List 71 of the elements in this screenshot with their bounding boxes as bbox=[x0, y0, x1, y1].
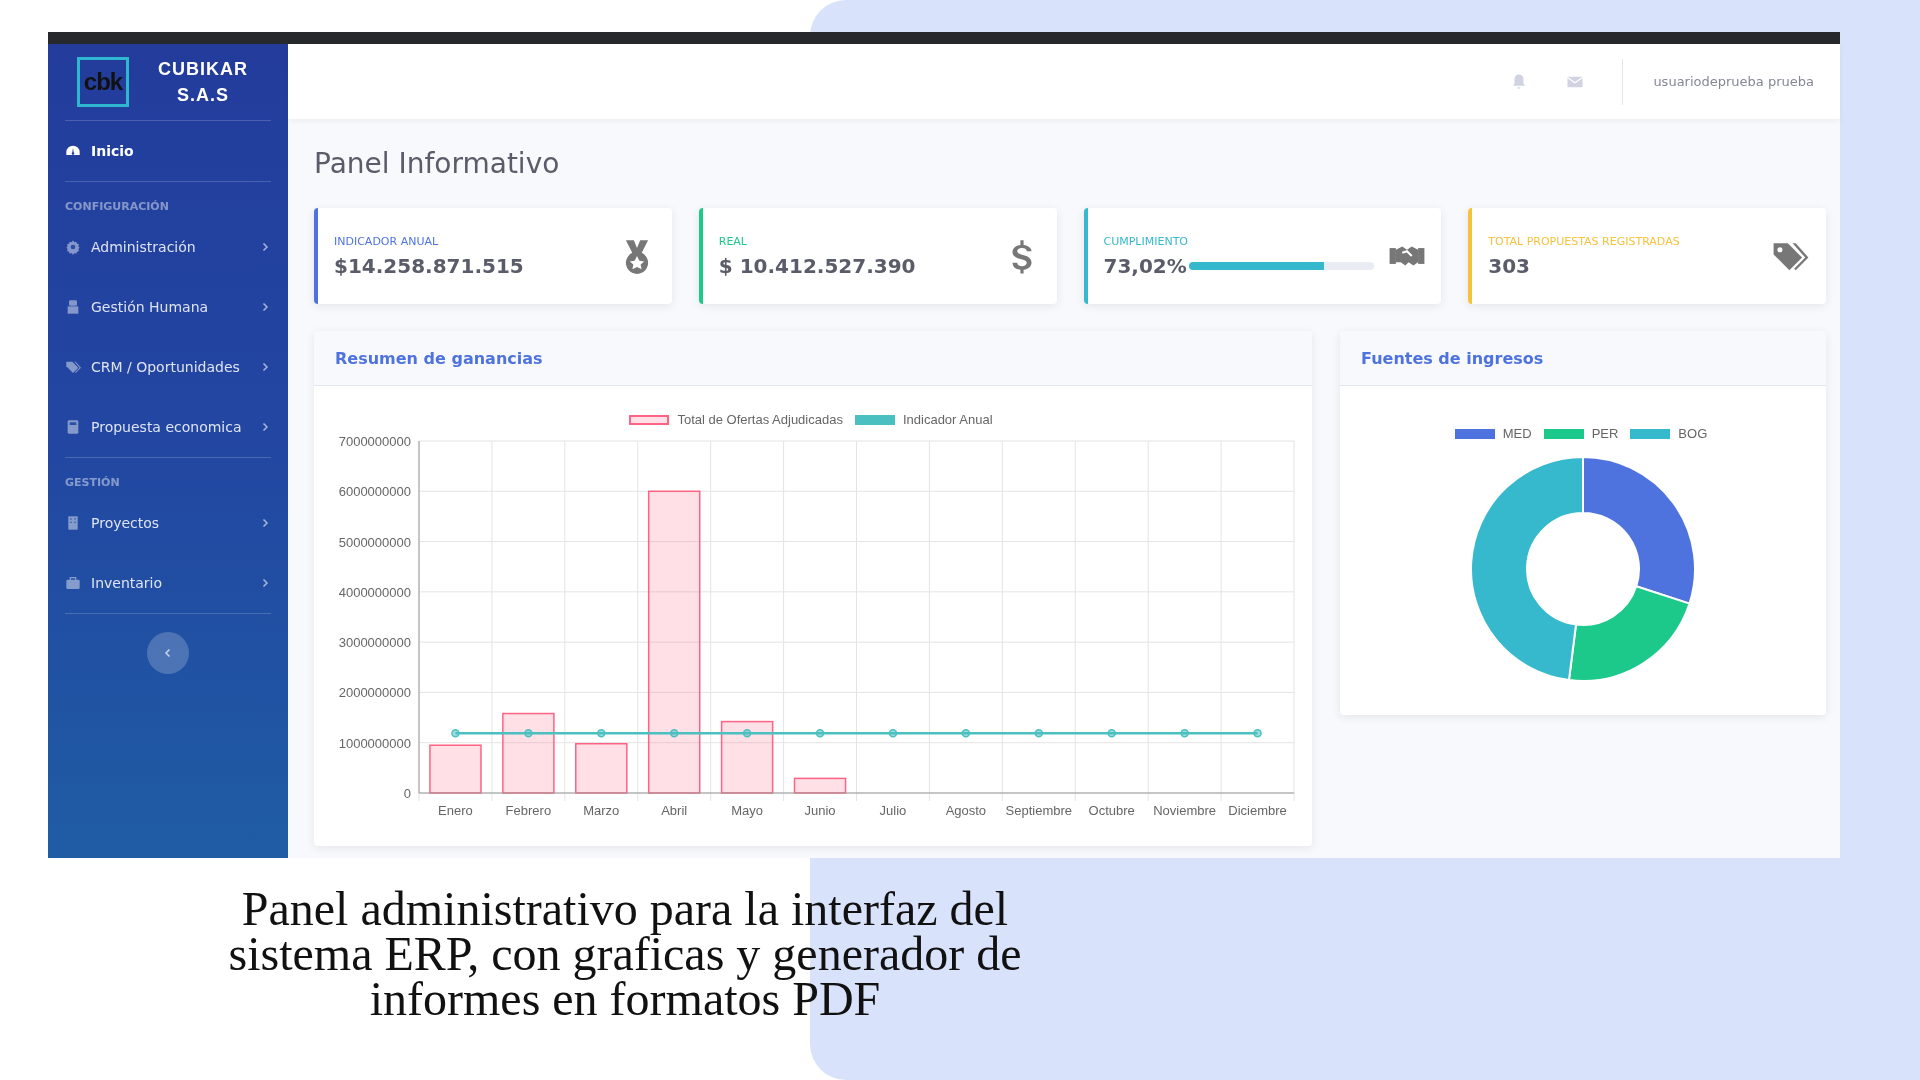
logo: cbk bbox=[77, 57, 129, 107]
sidebar-item[interactable]: Administración bbox=[65, 217, 271, 277]
collapse-button[interactable] bbox=[147, 632, 189, 674]
legend-label: PER bbox=[1591, 426, 1619, 441]
card-title: Resumen de ganancias bbox=[335, 348, 543, 368]
axis-tick-label: Octubre bbox=[1088, 803, 1135, 818]
person-icon bbox=[65, 299, 81, 315]
axis-tick-label: Noviembre bbox=[1153, 803, 1217, 818]
axis-tick-label: Abril bbox=[661, 803, 688, 818]
axis-tick-label: 4000000000 bbox=[338, 584, 411, 600]
stat-value: 73,02% bbox=[1103, 253, 1187, 278]
axis-tick-label: Septiembre bbox=[1005, 803, 1073, 818]
legend-label: MED bbox=[1502, 426, 1532, 441]
building-icon bbox=[65, 515, 81, 531]
data-point bbox=[524, 728, 533, 738]
sidebar-item[interactable]: Gestión Humana bbox=[65, 277, 271, 337]
stat-label: TOTAL PROPUESTAS REGISTRADAS bbox=[1488, 234, 1681, 248]
legend-label: BOG bbox=[1678, 426, 1708, 441]
legend-label: Total de Ofertas Adjudicadas bbox=[677, 412, 843, 427]
axis-tick-label: Julio bbox=[879, 803, 907, 818]
data-point bbox=[1253, 728, 1262, 738]
caption: Panel administrativo para la interfaz del sistema ERP, con graficas y generador de informes en formatos PDF bbox=[227, 886, 1023, 1021]
sidebar-item[interactable]: Proyectos bbox=[65, 493, 271, 553]
data-point bbox=[815, 728, 825, 738]
axis-tick-label: 0 bbox=[403, 786, 411, 801]
data-point bbox=[1180, 728, 1189, 738]
data-point bbox=[888, 728, 898, 738]
stat-value: $14.258.871.515 bbox=[334, 253, 524, 278]
axis-tick-label: 7000000000 bbox=[338, 434, 411, 449]
axis-tick-label: Febrero bbox=[505, 803, 552, 818]
axis-tick-label: 5000000000 bbox=[338, 534, 411, 550]
data-point bbox=[1034, 728, 1044, 738]
user-name[interactable]: usuariodeprueba prueba bbox=[1653, 74, 1814, 89]
axis-tick-label: 6000000000 bbox=[338, 484, 411, 500]
data-point bbox=[961, 728, 971, 738]
stat-label: CUMPLIMIENTO bbox=[1103, 234, 1190, 248]
axis-tick-label: Mayo bbox=[731, 803, 763, 818]
bar bbox=[429, 744, 482, 794]
section-heading: GESTIÓN bbox=[65, 475, 121, 491]
card-title: Fuentes de ingresos bbox=[1361, 348, 1544, 368]
sidebar-item[interactable]: Propuesta economica bbox=[65, 397, 271, 457]
data-point bbox=[742, 728, 752, 738]
brand-name: CUBIKAR S.A.S bbox=[157, 58, 249, 107]
axis-tick-label: Diciembre bbox=[1228, 803, 1287, 818]
legend-label: Indicador Anual bbox=[902, 412, 993, 427]
axis-tick-label: Enero bbox=[438, 803, 473, 818]
bar bbox=[793, 777, 847, 794]
data-point bbox=[669, 728, 679, 738]
section-heading: CONFIGURACIÓN bbox=[65, 199, 170, 215]
stat-label: INDICADOR ANUAL bbox=[334, 234, 440, 248]
stat-value: $ 10.412.527.390 bbox=[718, 253, 916, 278]
bar bbox=[575, 742, 628, 794]
briefcase-icon bbox=[65, 575, 81, 591]
axis-tick-label: Agosto bbox=[945, 803, 987, 818]
axis-tick-label: 3000000000 bbox=[338, 635, 411, 651]
stat-value: 303 bbox=[1488, 253, 1530, 278]
gear-icon bbox=[65, 239, 81, 255]
sidebar-item[interactable]: CRM / Oportunidades bbox=[65, 337, 271, 397]
stat-label: REAL bbox=[718, 234, 748, 248]
axis-tick-label: Junio bbox=[804, 803, 836, 818]
data-point bbox=[597, 728, 606, 738]
axis-tick-label: 1000000000 bbox=[338, 735, 411, 751]
tags-icon bbox=[65, 359, 81, 375]
page-title: Panel Informativo bbox=[314, 147, 561, 180]
axis-tick-label: 2000000000 bbox=[338, 685, 411, 701]
axis-tick-label: Marzo bbox=[583, 803, 620, 818]
data-point bbox=[451, 728, 460, 738]
sidebar-item[interactable]: Inicio bbox=[65, 121, 271, 181]
sidebar-item[interactable]: Inventario bbox=[65, 553, 271, 613]
calculator-icon bbox=[65, 419, 81, 435]
data-point bbox=[1107, 728, 1116, 738]
